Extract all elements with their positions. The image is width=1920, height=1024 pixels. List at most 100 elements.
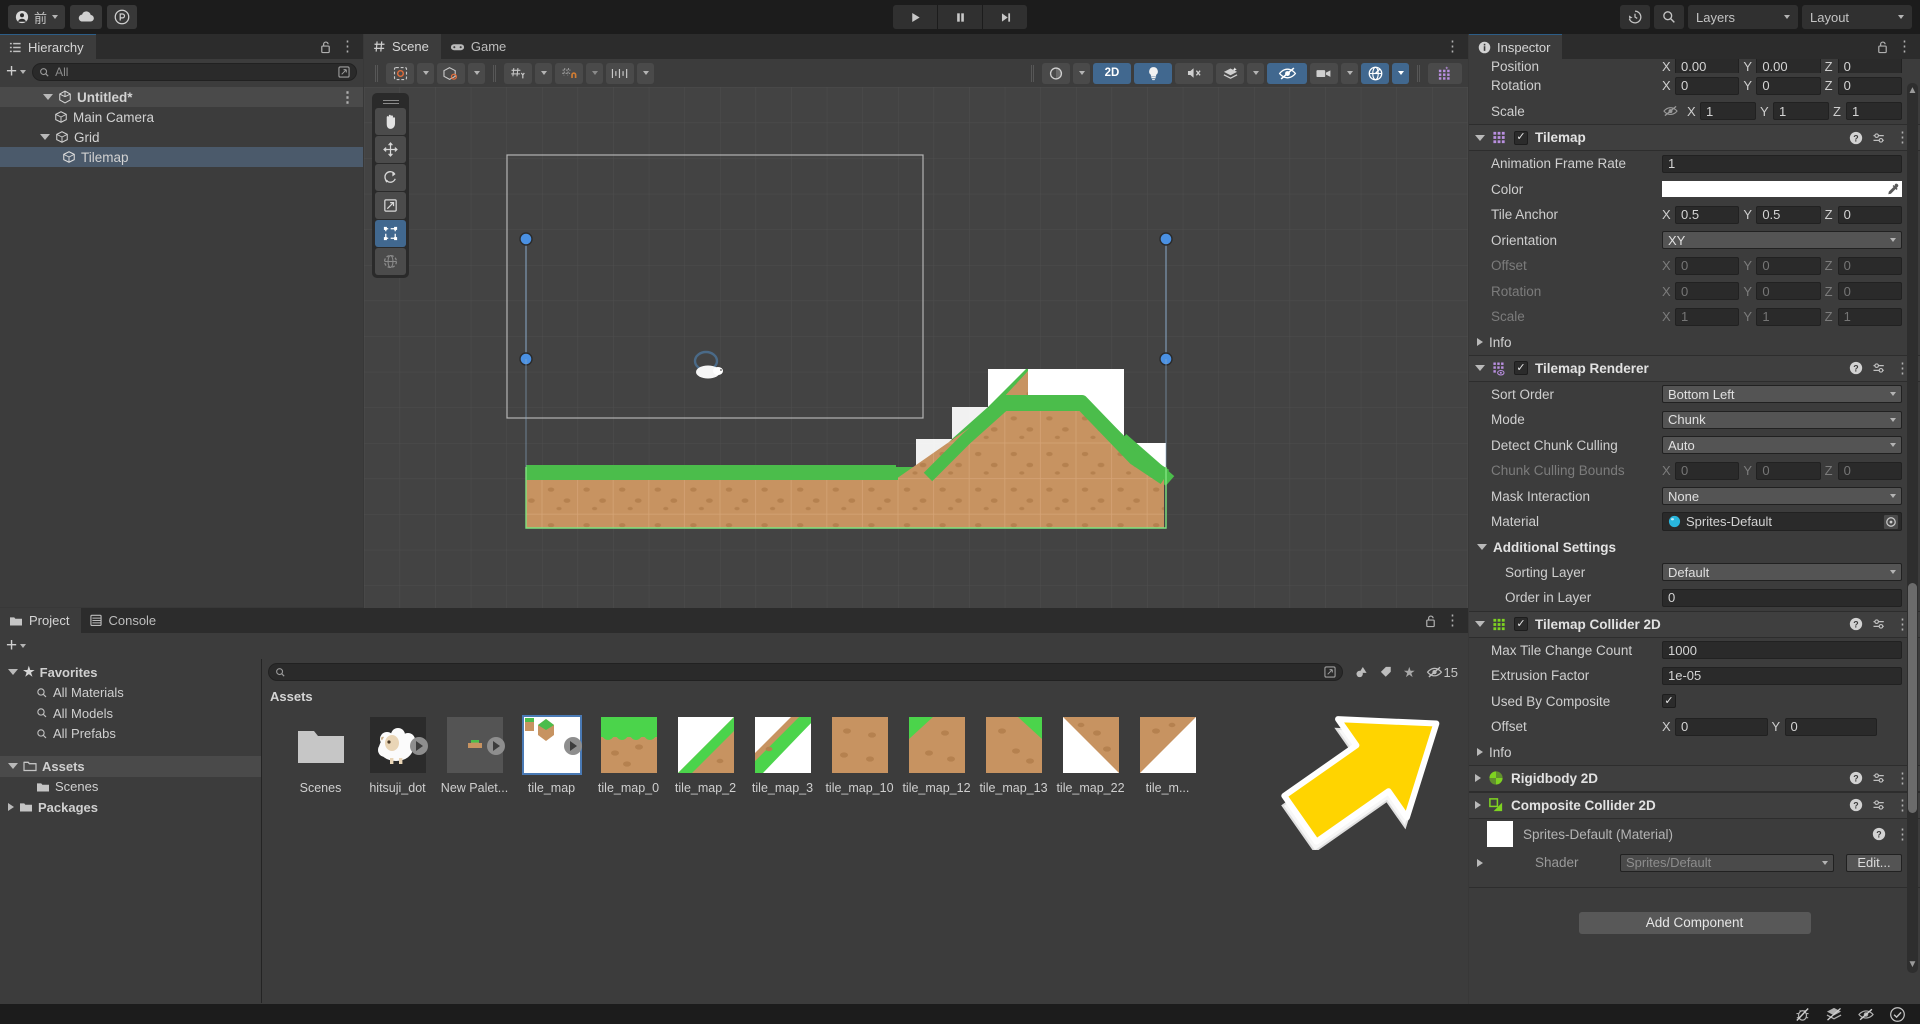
lighting-toggle[interactable]	[1134, 63, 1172, 84]
transform-tool[interactable]	[375, 248, 406, 275]
scene-viewport[interactable]	[364, 87, 1468, 632]
shader-dropdown[interactable]: Sprites/Default	[1620, 854, 1834, 872]
preset-icon[interactable]	[1872, 617, 1886, 631]
hierarchy-item-main-camera[interactable]: Main Camera	[0, 107, 363, 127]
tab-scene[interactable]: Scene	[364, 34, 441, 59]
chevron-right-icon[interactable]	[8, 803, 14, 811]
audio-toggle[interactable]	[1175, 63, 1213, 84]
material-object-field[interactable]: Sprites-Default	[1662, 512, 1902, 531]
chevron-down-icon[interactable]	[1475, 135, 1485, 141]
rotation-z-field[interactable]: 0	[1838, 77, 1902, 95]
component-header-tilemap-collider-2d[interactable]: ✓ Tilemap Collider 2D ? ⋮	[1469, 611, 1920, 638]
account-button[interactable]: 前	[8, 5, 65, 29]
grid-axis-dropdown[interactable]	[504, 63, 532, 84]
help-icon[interactable]: ?	[1872, 827, 1886, 841]
tree-item-scenes[interactable]: Scenes	[0, 777, 261, 798]
tree-item-all-prefabs[interactable]: All Prefabs	[0, 724, 261, 745]
search-button[interactable]	[1654, 5, 1684, 29]
preset-icon[interactable]	[1872, 798, 1886, 812]
help-icon[interactable]: ?	[1849, 617, 1863, 631]
rect-tool[interactable]	[375, 220, 406, 247]
asset-item-hitsuji-dot[interactable]: hitsuji_dot	[359, 717, 436, 795]
expand-subassets-icon[interactable]	[564, 737, 582, 755]
chevron-down-icon[interactable]	[1475, 621, 1485, 627]
pivot-rotation-dropdown[interactable]	[386, 63, 414, 84]
tree-item-assets[interactable]: Assets	[0, 756, 261, 777]
asset-item-tile-map-2[interactable]: tile_map_2	[667, 717, 744, 795]
component-enabled-checkbox[interactable]: ✓	[1514, 131, 1528, 145]
tile-anchor-z-field[interactable]: 0	[1838, 206, 1902, 224]
asset-item-tile-map-12[interactable]: tile_map_12	[898, 717, 975, 795]
project-search-input[interactable]	[268, 663, 1343, 681]
scroll-down-arrow-icon[interactable]: ▼	[1906, 959, 1919, 970]
asset-item-tile-map-10[interactable]: tile_map_10	[821, 717, 898, 795]
play-button[interactable]	[893, 5, 937, 29]
edit-shader-button[interactable]: Edit...	[1846, 854, 1902, 872]
asset-item-tile-map[interactable]: tile_map	[513, 717, 590, 795]
tab-project[interactable]: Project	[0, 608, 81, 633]
position-z-field[interactable]: 0	[1838, 59, 1902, 73]
asset-item-tile-map-partial[interactable]: tile_m...	[1129, 717, 1206, 795]
component-enabled-checkbox[interactable]: ✓	[1514, 361, 1528, 375]
max-tile-change-count-field[interactable]: 1000	[1662, 641, 1902, 659]
grid-snap-caret[interactable]	[586, 63, 603, 84]
constrain-proportions-off-icon[interactable]	[1662, 104, 1679, 118]
tile-palette-toggle[interactable]	[1428, 63, 1462, 84]
inspector-scrollbar[interactable]	[1907, 83, 1918, 973]
pivot-caret[interactable]	[417, 63, 434, 84]
palette-grip[interactable]	[375, 96, 406, 107]
component-header-tilemap-renderer[interactable]: ✓ Tilemap Renderer ? ⋮	[1469, 355, 1920, 382]
chevron-down-icon[interactable]	[40, 134, 50, 140]
chevron-right-icon[interactable]	[1475, 801, 1481, 809]
tree-item-all-materials[interactable]: All Materials	[0, 683, 261, 704]
asset-item-new-palette[interactable]: New Palet...	[436, 717, 513, 795]
pause-button[interactable]	[938, 5, 982, 29]
2d-toggle[interactable]: 2D	[1093, 63, 1131, 84]
hierarchy-item-grid[interactable]: Grid	[0, 127, 363, 147]
chevron-right-icon[interactable]	[1475, 774, 1481, 782]
eye-off-icon[interactable]	[1857, 1007, 1875, 1022]
handle-caret[interactable]	[468, 63, 485, 84]
check-circle-icon[interactable]	[1889, 1006, 1906, 1023]
collider-offset-x-field[interactable]: 0	[1675, 718, 1768, 736]
rotation-x-field[interactable]: 0	[1675, 77, 1739, 95]
mask-interaction-dropdown[interactable]: None	[1662, 487, 1902, 505]
hierarchy-item-scene[interactable]: Untitled* ⋮	[0, 87, 363, 107]
scale-tool[interactable]	[375, 192, 406, 219]
tab-inspector[interactable]: Inspector	[1469, 34, 1562, 59]
kebab-menu-icon[interactable]: ⋮	[1445, 39, 1460, 54]
component-enabled-checkbox[interactable]: ✓	[1514, 617, 1528, 631]
camera-settings[interactable]	[1310, 63, 1338, 84]
mode-dropdown[interactable]: Chunk	[1662, 411, 1902, 429]
rotate-tool[interactable]	[375, 164, 406, 191]
sorting-layer-dropdown[interactable]: Default	[1662, 563, 1902, 581]
asset-item-tile-map-13[interactable]: tile_map_13	[975, 717, 1052, 795]
expand-subassets-icon[interactable]	[410, 737, 428, 755]
animation-frame-rate-field[interactable]: 1	[1662, 155, 1902, 173]
scene-visibility-toggle[interactable]	[1267, 63, 1307, 84]
scale-z-field[interactable]: 1	[1846, 102, 1902, 120]
tree-item-favorites[interactable]: ★ Favorites	[0, 662, 261, 683]
order-in-layer-field[interactable]: 0	[1662, 589, 1902, 607]
chevron-right-icon[interactable]	[1477, 859, 1483, 867]
scale-x-field[interactable]: 1	[1700, 102, 1756, 120]
label-filter-icon[interactable]	[1379, 665, 1393, 679]
grid-axis-caret[interactable]	[535, 63, 552, 84]
tree-item-packages[interactable]: Packages	[0, 797, 261, 818]
hand-tool[interactable]	[375, 108, 406, 135]
step-button[interactable]	[983, 5, 1027, 29]
component-header-composite-collider-2d[interactable]: Composite Collider 2D ? ⋮	[1469, 792, 1920, 819]
sort-order-dropdown[interactable]: Bottom Left	[1662, 385, 1902, 403]
layout-dropdown[interactable]: Layout	[1802, 5, 1912, 29]
camera-caret[interactable]	[1341, 63, 1358, 84]
asset-item-tile-map-22[interactable]: tile_map_22	[1052, 717, 1129, 795]
fx-caret[interactable]	[1247, 63, 1264, 84]
eyedropper-icon[interactable]	[1885, 182, 1900, 197]
add-gameobject-button[interactable]: +	[6, 65, 26, 79]
eye-off-icon[interactable]	[1426, 665, 1443, 679]
handle-position-dropdown[interactable]	[437, 63, 465, 84]
search-expand-icon[interactable]	[338, 66, 350, 78]
add-component-button[interactable]: Add Component	[1579, 912, 1811, 934]
preset-icon[interactable]	[1872, 771, 1886, 785]
asset-item-tile-map-0[interactable]: tile_map_0	[590, 717, 667, 795]
